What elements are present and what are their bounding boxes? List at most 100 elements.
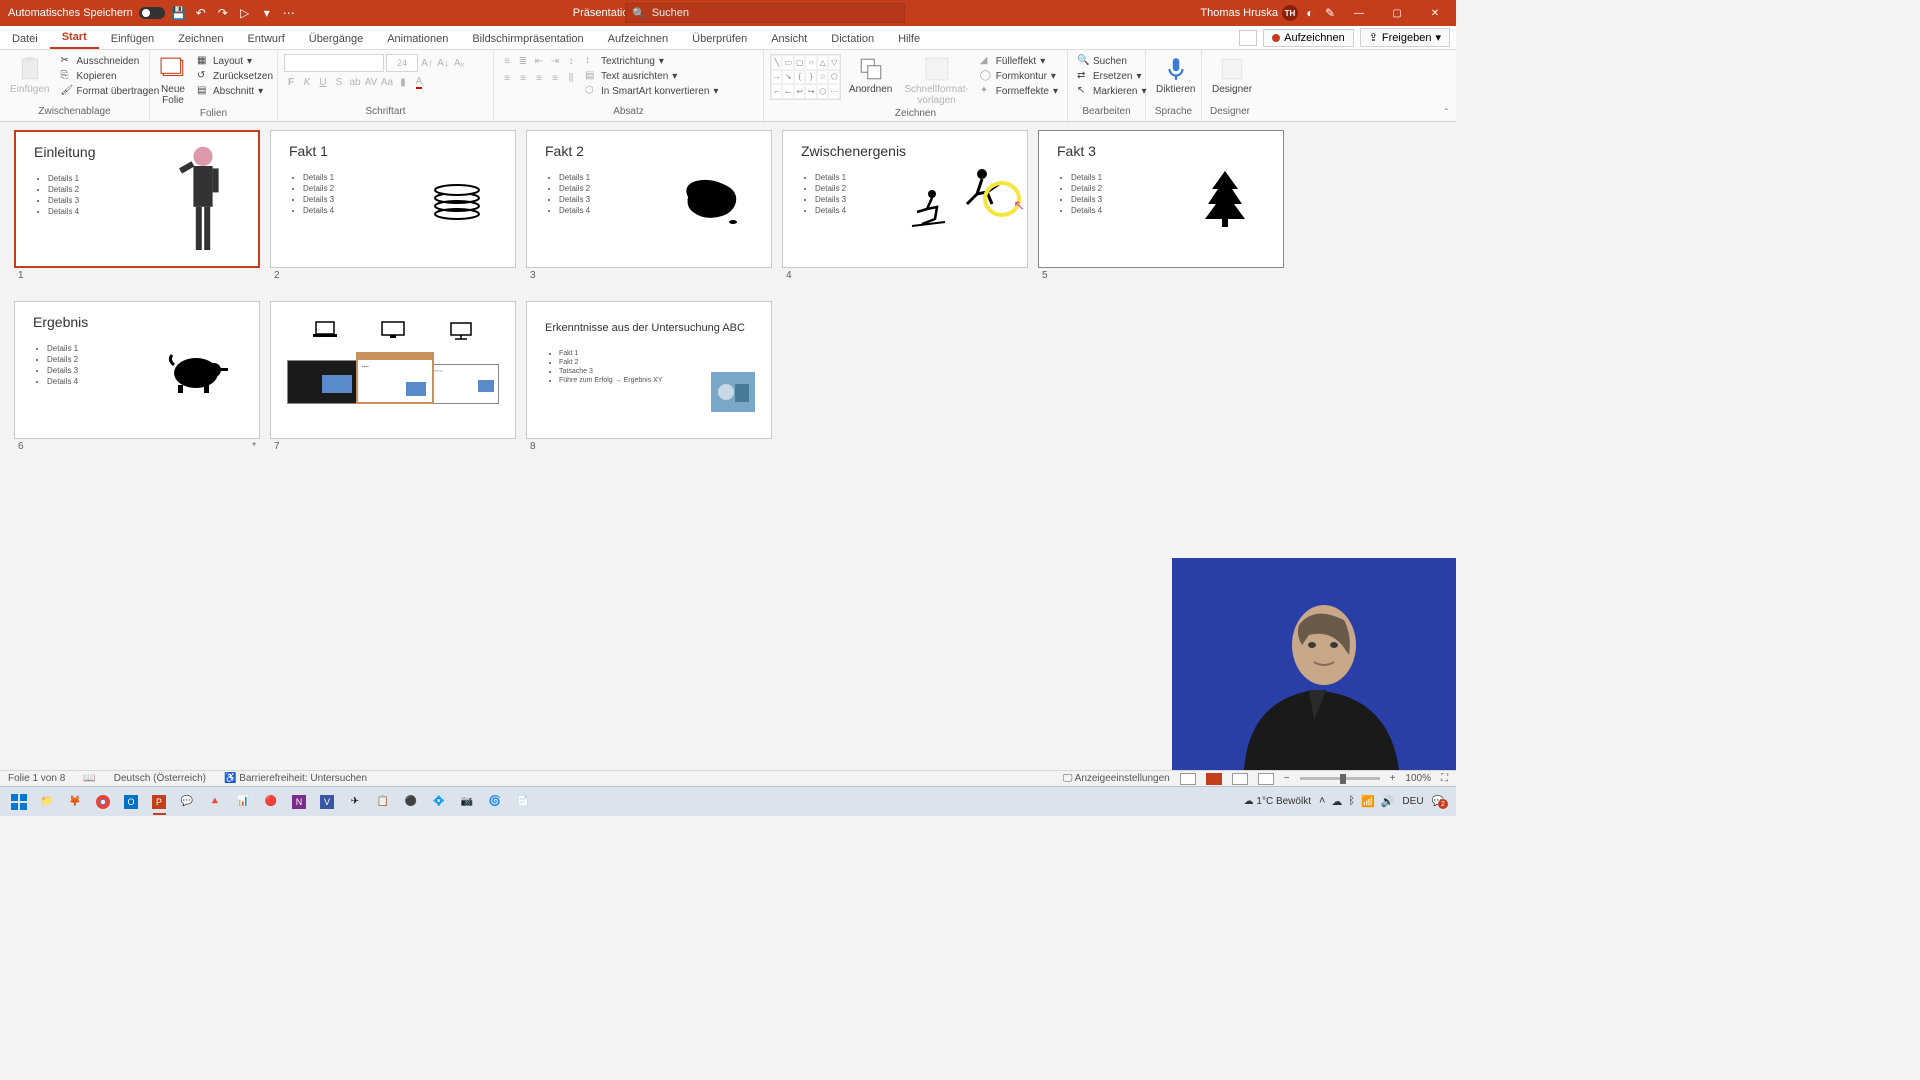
start-button[interactable] — [6, 789, 32, 815]
underline-button[interactable]: U — [316, 75, 330, 89]
tab-slideshow[interactable]: Bildschirmpräsentation — [460, 29, 595, 49]
find-button[interactable]: 🔍Suchen — [1074, 54, 1150, 68]
tab-help[interactable]: Hilfe — [886, 29, 932, 49]
onedrive-icon[interactable]: ☁ — [1331, 795, 1342, 808]
weather-widget[interactable]: ☁ 1°C Bewölkt — [1244, 796, 1311, 807]
bluetooth-icon[interactable]: ᛒ — [1348, 795, 1355, 808]
shape-effects-button[interactable]: ✦Formeffekte▾ — [977, 84, 1061, 98]
paste-button[interactable]: Einfügen — [6, 54, 53, 97]
volume-icon[interactable]: 🔊 — [1381, 795, 1395, 808]
slide-thumb-7[interactable]: ▪▪▪▪ ▪▪▪▪▪▪ — [270, 301, 516, 439]
slide-thumb-5[interactable]: Fakt 3 Details 1 Details 2 Details 3 Det… — [1038, 130, 1284, 268]
camera-icon[interactable]: 📷 — [454, 789, 480, 815]
accessibility-check[interactable]: ♿ Barrierefreiheit: Untersuchen — [224, 773, 367, 784]
cut-button[interactable]: ✂Ausschneiden — [57, 54, 162, 68]
font-family-select[interactable] — [284, 54, 384, 72]
shadow-button[interactable]: ab — [348, 75, 362, 89]
minimize-button[interactable]: — — [1342, 0, 1376, 26]
search-box[interactable]: 🔍 — [625, 3, 905, 23]
qat-more-icon[interactable]: ▾ — [259, 5, 275, 21]
app7-icon[interactable]: 📄 — [510, 789, 536, 815]
language-indicator[interactable]: Deutsch (Österreich) — [114, 773, 206, 784]
search-input[interactable] — [652, 7, 898, 19]
shape-outline-button[interactable]: ◯Formkontur▾ — [977, 69, 1061, 83]
tab-transitions[interactable]: Übergänge — [297, 29, 375, 49]
app5-icon[interactable]: 💠 — [426, 789, 452, 815]
app-icon[interactable]: 💬 — [174, 789, 200, 815]
bullets-icon[interactable]: ≡ — [500, 54, 514, 68]
tab-home[interactable]: Start — [50, 27, 99, 49]
align-center-icon[interactable]: ≡ — [516, 71, 530, 85]
zoom-out-button[interactable]: − — [1284, 773, 1290, 784]
chevron-up-icon[interactable]: ˄ — [1319, 795, 1325, 808]
onenote-icon[interactable]: N — [286, 789, 312, 815]
ribbon-collapse-icon[interactable]: ˆ — [1445, 108, 1448, 119]
clear-format-icon[interactable]: Aₓ — [452, 56, 466, 70]
pen-icon[interactable]: ✎ — [1322, 5, 1338, 21]
numbering-icon[interactable]: ≣ — [516, 54, 530, 68]
tab-draw[interactable]: Zeichnen — [166, 29, 235, 49]
align-text-button[interactable]: ▤Text ausrichten▾ — [582, 69, 721, 83]
align-right-icon[interactable]: ≡ — [532, 71, 546, 85]
spacing-button[interactable]: AV — [364, 75, 378, 89]
new-slide-button[interactable]: Neue Folie — [156, 54, 190, 108]
sorter-view-button[interactable] — [1206, 773, 1222, 785]
coming-soon-icon[interactable]: ◐ — [1302, 5, 1318, 21]
slide-thumb-8[interactable]: Erkenntnisse aus der Untersuchung ABC Fa… — [526, 301, 772, 439]
vlc-icon[interactable]: 🔺 — [202, 789, 228, 815]
tab-insert[interactable]: Einfügen — [99, 29, 166, 49]
shape-fill-button[interactable]: ◢Fülleffekt▾ — [977, 54, 1061, 68]
arrange-button[interactable]: Anordnen — [845, 54, 896, 97]
slideshow-view-button[interactable] — [1258, 773, 1274, 785]
close-button[interactable]: ✕ — [1418, 0, 1452, 26]
bold-button[interactable]: F — [284, 75, 298, 89]
spell-check-icon[interactable]: 📖 — [83, 773, 95, 784]
tab-animations[interactable]: Animationen — [375, 29, 460, 49]
slide-counter[interactable]: Folie 1 von 8 — [8, 773, 65, 784]
record-button[interactable]: Aufzeichnen — [1263, 29, 1354, 47]
maximize-button[interactable]: ▢ — [1380, 0, 1414, 26]
tab-dictation[interactable]: Dictation — [819, 29, 886, 49]
slide-thumb-3[interactable]: Fakt 2 Details 1 Details 2 Details 3 Det… — [526, 130, 772, 268]
tab-review[interactable]: Überprüfen — [680, 29, 759, 49]
outlook-icon[interactable]: O — [118, 789, 144, 815]
smartart-button[interactable]: ⬡In SmartArt konvertieren▾ — [582, 84, 721, 98]
decrease-font-icon[interactable]: A↓ — [436, 56, 450, 70]
case-button[interactable]: Aa — [380, 75, 394, 89]
telegram-icon[interactable]: ✈ — [342, 789, 368, 815]
shapes-gallery[interactable]: ╲▭▢○△▽ →↘{}☆⬠ ⌐⌙↩↪⬡⋯ — [770, 54, 841, 100]
format-painter-button[interactable]: 🖌Format übertragen — [57, 84, 162, 98]
autosave-toggle[interactable]: Automatisches Speichern — [8, 7, 165, 19]
slide-thumb-4[interactable]: Zwischenergenis Details 1 Details 2 Deta… — [782, 130, 1028, 268]
toggle-switch-icon[interactable] — [139, 7, 165, 19]
tab-file[interactable]: Datei — [0, 29, 50, 49]
firefox-icon[interactable]: 🦊 — [62, 789, 88, 815]
save-icon[interactable]: 💾 — [171, 5, 187, 21]
layout-button[interactable]: ▦Layout▾ — [194, 54, 276, 68]
powerpoint-icon[interactable]: P — [146, 789, 172, 815]
highlight-button[interactable]: ▮ — [396, 75, 410, 89]
slide-thumb-1[interactable]: Einleitung Details 1 Details 2 Details 3… — [14, 130, 260, 268]
share-button[interactable]: ⇪Freigeben▾ — [1360, 28, 1450, 47]
explorer-icon[interactable]: 📁 — [34, 789, 60, 815]
tray-icons[interactable]: ˄ ☁ ᛒ 📶 🔊 — [1319, 795, 1394, 808]
user-name[interactable]: Thomas Hruska — [1200, 7, 1278, 19]
italic-button[interactable]: K — [300, 75, 314, 89]
dictate-button[interactable]: Diktieren — [1152, 54, 1199, 97]
qat-customize-icon[interactable]: ⋯ — [281, 5, 297, 21]
copy-button[interactable]: ⎘Kopieren — [57, 69, 162, 83]
normal-view-button[interactable] — [1180, 773, 1196, 785]
columns-icon[interactable]: ⫼ — [564, 71, 578, 85]
select-button[interactable]: ↖Markieren▾ — [1074, 84, 1150, 98]
strike-button[interactable]: S — [332, 75, 346, 89]
comments-icon[interactable] — [1239, 30, 1257, 46]
indent-dec-icon[interactable]: ⇤ — [532, 54, 546, 68]
from-beginning-icon[interactable]: ▷ — [237, 5, 253, 21]
app4-icon[interactable]: 📋 — [370, 789, 396, 815]
increase-font-icon[interactable]: A↑ — [420, 56, 434, 70]
tab-design[interactable]: Entwurf — [235, 29, 296, 49]
zoom-level[interactable]: 100% — [1405, 773, 1431, 784]
section-button[interactable]: ▤Abschnitt▾ — [194, 84, 276, 98]
user-avatar[interactable]: TH — [1282, 5, 1298, 21]
tab-record[interactable]: Aufzeichnen — [596, 29, 681, 49]
